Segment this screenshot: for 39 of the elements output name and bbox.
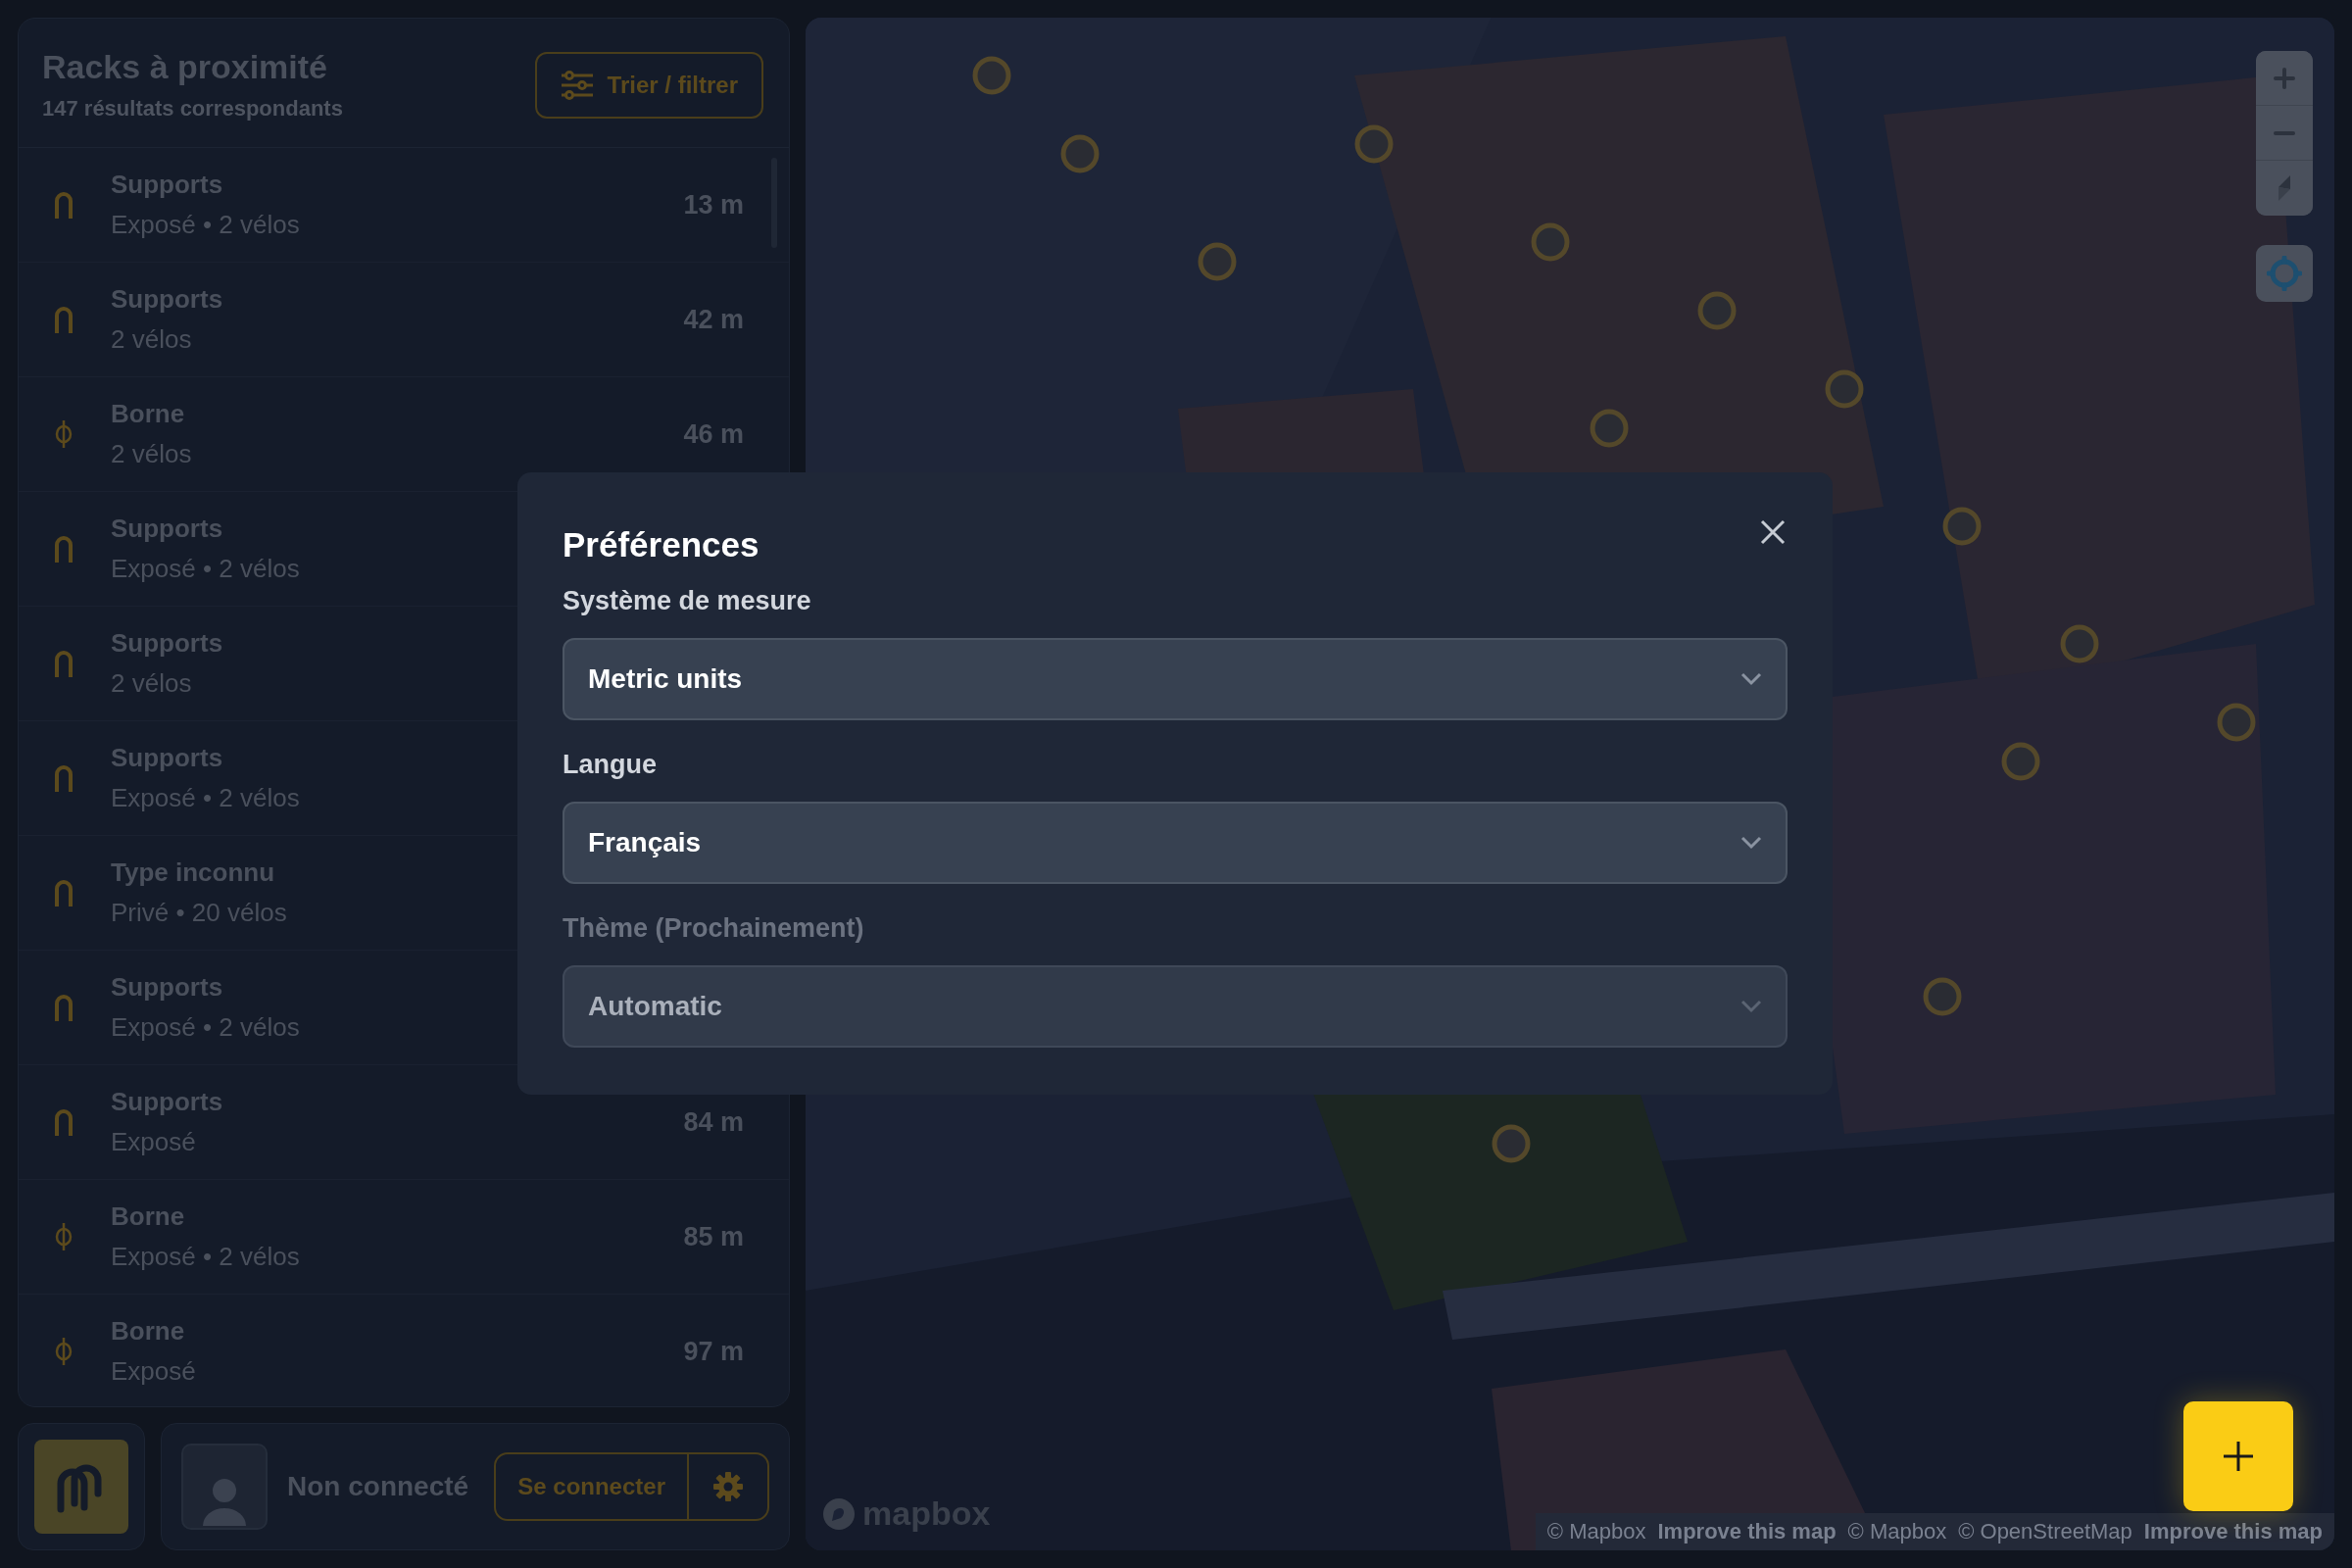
close-icon — [1760, 519, 1786, 545]
improve-map-link[interactable]: Improve this map — [1657, 1519, 1837, 1544]
bike-rack-icon — [54, 535, 74, 563]
add-button[interactable] — [2183, 1401, 2293, 1511]
chevron-down-icon — [1740, 836, 1762, 850]
avatar-icon — [181, 1444, 268, 1530]
bike-post-icon — [54, 1222, 74, 1251]
locate-icon — [2267, 256, 2302, 291]
results-count: 147 résultats correspondants — [42, 96, 343, 122]
chevron-down-icon — [1740, 672, 1762, 686]
settings-icon — [712, 1471, 744, 1502]
sliders-icon — [560, 70, 594, 100]
select-field[interactable]: Français — [563, 802, 1788, 884]
bike-rack-icon — [54, 191, 74, 219]
locate-button[interactable] — [2256, 245, 2313, 302]
compass-icon — [2278, 175, 2290, 201]
bike-rack-icon — [54, 650, 74, 677]
app-logo[interactable] — [34, 1440, 128, 1534]
copyright-text: © Mapbox — [1847, 1519, 1947, 1544]
field-label: Langue — [563, 750, 658, 780]
plus-icon — [2222, 1440, 2255, 1473]
zoom-in-button[interactable] — [2256, 51, 2313, 106]
select-field[interactable]: Metric units — [563, 638, 1788, 720]
bike-rack-icon — [54, 879, 74, 906]
chevron-down-icon — [1740, 1000, 1762, 1013]
plus-icon — [2273, 66, 2296, 90]
bike-rack-icon — [54, 306, 74, 333]
bike-rack-icon — [54, 1108, 74, 1136]
minus-icon — [2273, 129, 2296, 136]
copyright-text: © Mapbox — [1546, 1519, 1646, 1544]
bike-rack-icon — [54, 764, 74, 792]
improve-map-link[interactable]: Improve this map — [2143, 1519, 2323, 1544]
dialog-title: Préférences — [563, 525, 760, 564]
select-field: Automatic — [563, 965, 1788, 1048]
copyright-text: © OpenStreetMap — [1958, 1519, 2132, 1544]
bike-rack-icon — [54, 994, 74, 1021]
bike-post-icon — [54, 1337, 74, 1366]
sort-filter-button[interactable]: Trier / filtrer — [534, 51, 763, 119]
bike-post-icon — [54, 419, 74, 449]
